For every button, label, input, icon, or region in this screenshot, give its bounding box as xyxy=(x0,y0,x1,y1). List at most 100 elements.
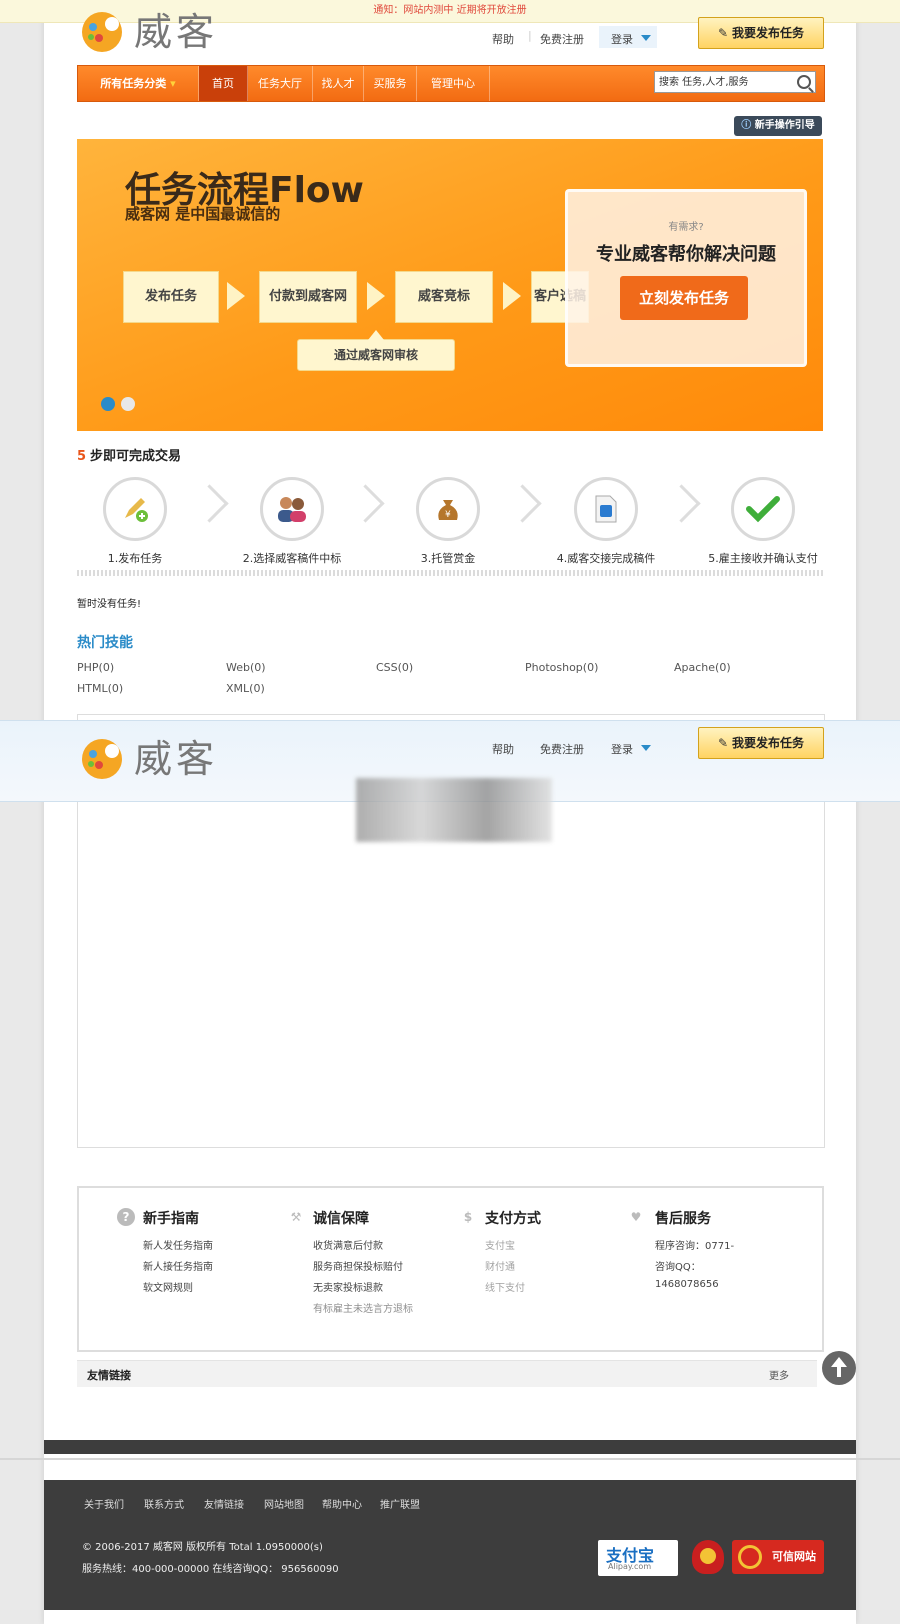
nav-buy-service[interactable]: 买服务 xyxy=(364,66,417,101)
footer-link[interactable]: 线下支付 xyxy=(485,1279,525,1294)
trusted-emblem-icon xyxy=(738,1545,762,1569)
skill-link[interactable]: HTML(0) xyxy=(77,682,123,695)
footer-link[interactable]: 服务商担保投标赔付 xyxy=(313,1258,403,1273)
footer-link[interactable]: 收货满意后付款 xyxy=(313,1237,383,1252)
footer-col-title: 支付方式 xyxy=(485,1211,541,1227)
footer-top-strip xyxy=(44,1440,856,1454)
steps-title-text: 步即可完成交易 xyxy=(90,449,182,464)
footer-link[interactable]: 新人发任务指南 xyxy=(143,1237,213,1252)
divider: | xyxy=(528,29,532,42)
logo-text: 威客 xyxy=(134,737,219,781)
publish-now-button[interactable]: 立刻发布任务 xyxy=(620,276,748,320)
logo-text: 威客 xyxy=(134,10,219,54)
nav-task-hall[interactable]: 任务大厅 xyxy=(248,66,313,101)
login-label: 登录 xyxy=(611,33,633,46)
carousel-dot-active[interactable] xyxy=(101,397,115,411)
footer-link[interactable]: 支付宝 xyxy=(485,1237,515,1252)
arrow-right-icon xyxy=(367,282,385,310)
hot-skills-heading: 热门技能 xyxy=(77,635,133,651)
step-label: 3.托管赏金 xyxy=(420,552,476,565)
banner-subtitle: 威客网 是中国最诚信的 xyxy=(125,205,281,223)
search-input[interactable]: 搜索 任务,人才,服务 xyxy=(654,71,816,93)
login-dropdown[interactable]: 登录 xyxy=(599,26,657,48)
footer-link[interactable]: 财付通 xyxy=(485,1258,515,1273)
more-link[interactable]: 更多 xyxy=(769,1367,789,1382)
footer-nav-link[interactable]: 帮助中心 xyxy=(322,1496,362,1511)
document-icon xyxy=(574,477,638,541)
chevron-down-icon xyxy=(641,745,651,751)
steps-heading: 5 步即可完成交易 xyxy=(77,445,181,464)
trusted-site-badge[interactable]: 可信网站 xyxy=(732,1540,824,1574)
hammer-icon: ⚒ xyxy=(290,1210,302,1224)
help-link[interactable]: 帮助 xyxy=(492,741,514,757)
step-label: 4.威客交接完成稿件 xyxy=(556,552,656,565)
promo-card: 有需求? 专业威客帮你解决问题 立刻发布任务 xyxy=(565,189,807,367)
skill-link[interactable]: Photoshop(0) xyxy=(525,661,598,674)
footer-link[interactable]: 无卖家投标退款 xyxy=(313,1279,383,1294)
money-bag-icon: ¥ xyxy=(416,477,480,541)
carousel-dot[interactable] xyxy=(121,397,135,411)
footer-nav-link[interactable]: 联系方式 xyxy=(144,1496,184,1511)
trusted-site-label: 可信网站 xyxy=(772,1550,816,1563)
footer-link[interactable]: 软文网规则 xyxy=(143,1279,193,1294)
step-label: 2.选择威客稿件中标 xyxy=(242,552,342,565)
footer-nav-link[interactable]: 网站地图 xyxy=(264,1496,304,1511)
pencil-icon: ✎ xyxy=(717,26,729,40)
pencil-add-icon xyxy=(103,477,167,541)
novice-guide-button[interactable]: ⓘ 新手操作引导 xyxy=(734,116,822,136)
register-link[interactable]: 免费注册 xyxy=(540,31,584,47)
skill-link[interactable]: XML(0) xyxy=(226,682,265,695)
footer-info: ? 新手指南 新人发任务指南 新人接任务指南 软文网规则 ⚒ 诚信保障 收货满意… xyxy=(77,1186,824,1352)
register-link[interactable]: 免费注册 xyxy=(540,741,584,757)
dollar-icon: $ xyxy=(463,1210,473,1224)
skill-link[interactable]: Apache(0) xyxy=(674,661,731,674)
pencil-icon: ✎ xyxy=(717,736,729,750)
palette-icon xyxy=(80,737,124,781)
nav-admin-center[interactable]: 管理中心 xyxy=(417,66,490,101)
divider xyxy=(77,570,823,576)
support-qq: 1468078656 xyxy=(655,1279,719,1290)
skill-link[interactable]: Web(0) xyxy=(226,661,266,674)
heart-icon: ♥ xyxy=(630,1210,642,1224)
friend-links-bar: 友情链接 更多 xyxy=(77,1360,817,1387)
footer-col-title: 售后服务 xyxy=(655,1211,711,1227)
police-badge-icon[interactable] xyxy=(692,1540,724,1574)
footer-nav-link[interactable]: 关于我们 xyxy=(84,1496,124,1511)
steps-number: 5 xyxy=(77,449,87,464)
footer-nav-link[interactable]: 友情链接 xyxy=(204,1496,244,1511)
search-icon[interactable] xyxy=(797,75,811,89)
step-label: 5.雇主接收并确认支付 xyxy=(708,552,818,565)
guide-label: 新手操作引导 xyxy=(754,120,815,131)
nav-home[interactable]: 首页 xyxy=(199,66,248,101)
nav-find-talent[interactable]: 找人才 xyxy=(313,66,364,101)
help-link[interactable]: 帮助 xyxy=(492,31,514,47)
all-categories-menu[interactable]: 所有任务分类 ▾ xyxy=(78,66,199,101)
hotline-text: 服务热线：400-000-00000 在线咨询QQ： 956560090 xyxy=(82,1564,339,1575)
footer-col-title: 新手指南 xyxy=(143,1211,199,1227)
flow-step: 发布任务 xyxy=(123,271,219,323)
footer-nav-link[interactable]: 推广联盟 xyxy=(380,1496,420,1511)
flow-step: 付款到威客网 xyxy=(259,271,357,323)
site-logo[interactable]: 威客 xyxy=(80,10,218,54)
step-label: 1.发布任务 xyxy=(107,552,163,565)
hero-banner[interactable]: 任务流程Flow 威客网 是中国最诚信的 发布任务 付款到威客网 威客竞标 客户… xyxy=(77,139,823,431)
chevron-down-icon: ▾ xyxy=(170,77,176,90)
search-placeholder: 搜索 任务,人才,服务 xyxy=(659,77,749,88)
publish-task-button[interactable]: ✎ 我要发布任务 xyxy=(698,727,824,759)
promo-question: 有需求? xyxy=(668,222,704,233)
publish-task-button[interactable]: ✎ 我要发布任务 xyxy=(698,17,824,49)
support-qq-label: 咨询QQ： xyxy=(655,1262,701,1273)
skill-link[interactable]: PHP(0) xyxy=(77,661,114,674)
login-link[interactable]: 登录 xyxy=(611,741,633,757)
divider xyxy=(0,1458,900,1460)
empty-task-message: 暂时没有任务! xyxy=(77,599,142,610)
footer-link[interactable]: 有标雇主未选言方退标 xyxy=(313,1300,413,1315)
skill-link[interactable]: CSS(0) xyxy=(376,661,413,674)
review-step: 通过威客网审核 xyxy=(297,330,455,371)
back-to-top-button[interactable] xyxy=(822,1351,856,1385)
chevron-down-icon xyxy=(641,35,651,41)
site-logo[interactable]: 威客 xyxy=(80,737,218,781)
alipay-badge[interactable]: 支付宝 Alipay.com xyxy=(598,1540,678,1576)
footer-link[interactable]: 新人接任务指南 xyxy=(143,1258,213,1273)
copyright-text: © 2006-2017 威客网 版权所有 Total 1.0950000(s) xyxy=(82,1542,323,1553)
